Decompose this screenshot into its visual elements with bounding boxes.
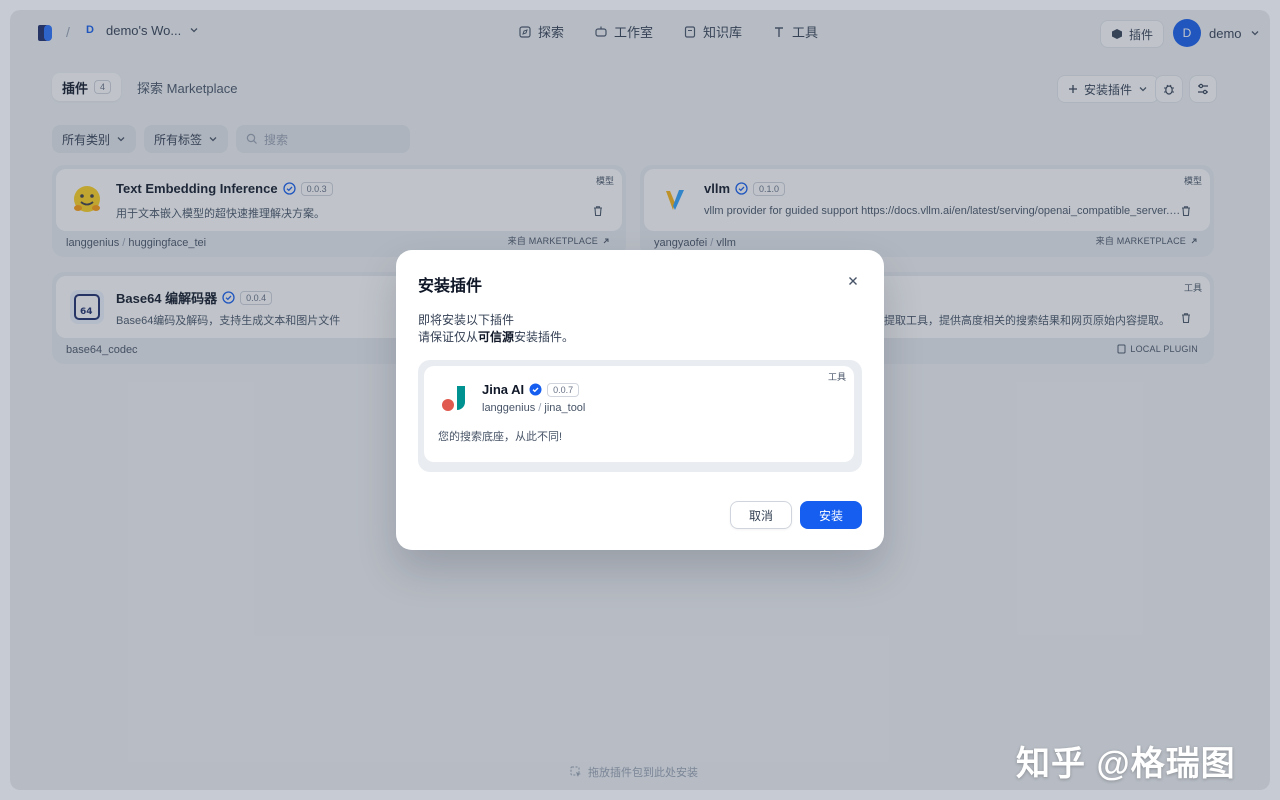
jina-logo-icon [442, 386, 465, 411]
install-plugin-dialog: 安装插件 即将安装以下插件 请保证仅从可信源安装插件。 工具 Jina AI 0… [396, 250, 884, 550]
plugin-preview-card: 工具 Jina AI 0.0.7 langgenius / jina_tool … [418, 360, 862, 472]
close-icon[interactable] [846, 274, 860, 288]
org-separator: / [535, 402, 545, 414]
category-badge: 工具 [821, 368, 852, 385]
message-line-1: 即将安装以下插件 [418, 313, 515, 327]
dialog-title: 安装插件 [418, 278, 483, 295]
msg-post: 安装插件。 [514, 330, 575, 344]
app-window: / D demo's Wo... 探索 工作室 知识库 工具 插件 D demo… [10, 10, 1270, 790]
install-button[interactable]: 安装 [800, 501, 862, 529]
watermark: 知乎 @格瑞图 [1016, 745, 1236, 783]
preview-description: 您的搜索底座，从此不同! [438, 431, 563, 443]
preview-title-text: Jina AI [482, 382, 525, 397]
preview-org: langgenius / jina_tool [482, 402, 585, 414]
msg-pre: 请保证仅从 [418, 330, 479, 344]
plugin-id: jina_tool [544, 402, 586, 414]
dialog-message: 即将安装以下插件 请保证仅从可信源安装插件。 [418, 312, 574, 346]
verified-icon [529, 383, 542, 396]
preview-title: Jina AI 0.0.7 [482, 382, 580, 397]
org-name: langgenius [482, 402, 536, 414]
message-line-2: 请保证仅从可信源安装插件。 [418, 329, 574, 346]
cancel-button[interactable]: 取消 [730, 501, 792, 529]
preview-body: 工具 Jina AI 0.0.7 langgenius / jina_tool … [424, 366, 854, 462]
version-badge: 0.0.7 [547, 382, 580, 397]
msg-emphasis: 可信源 [478, 330, 515, 344]
